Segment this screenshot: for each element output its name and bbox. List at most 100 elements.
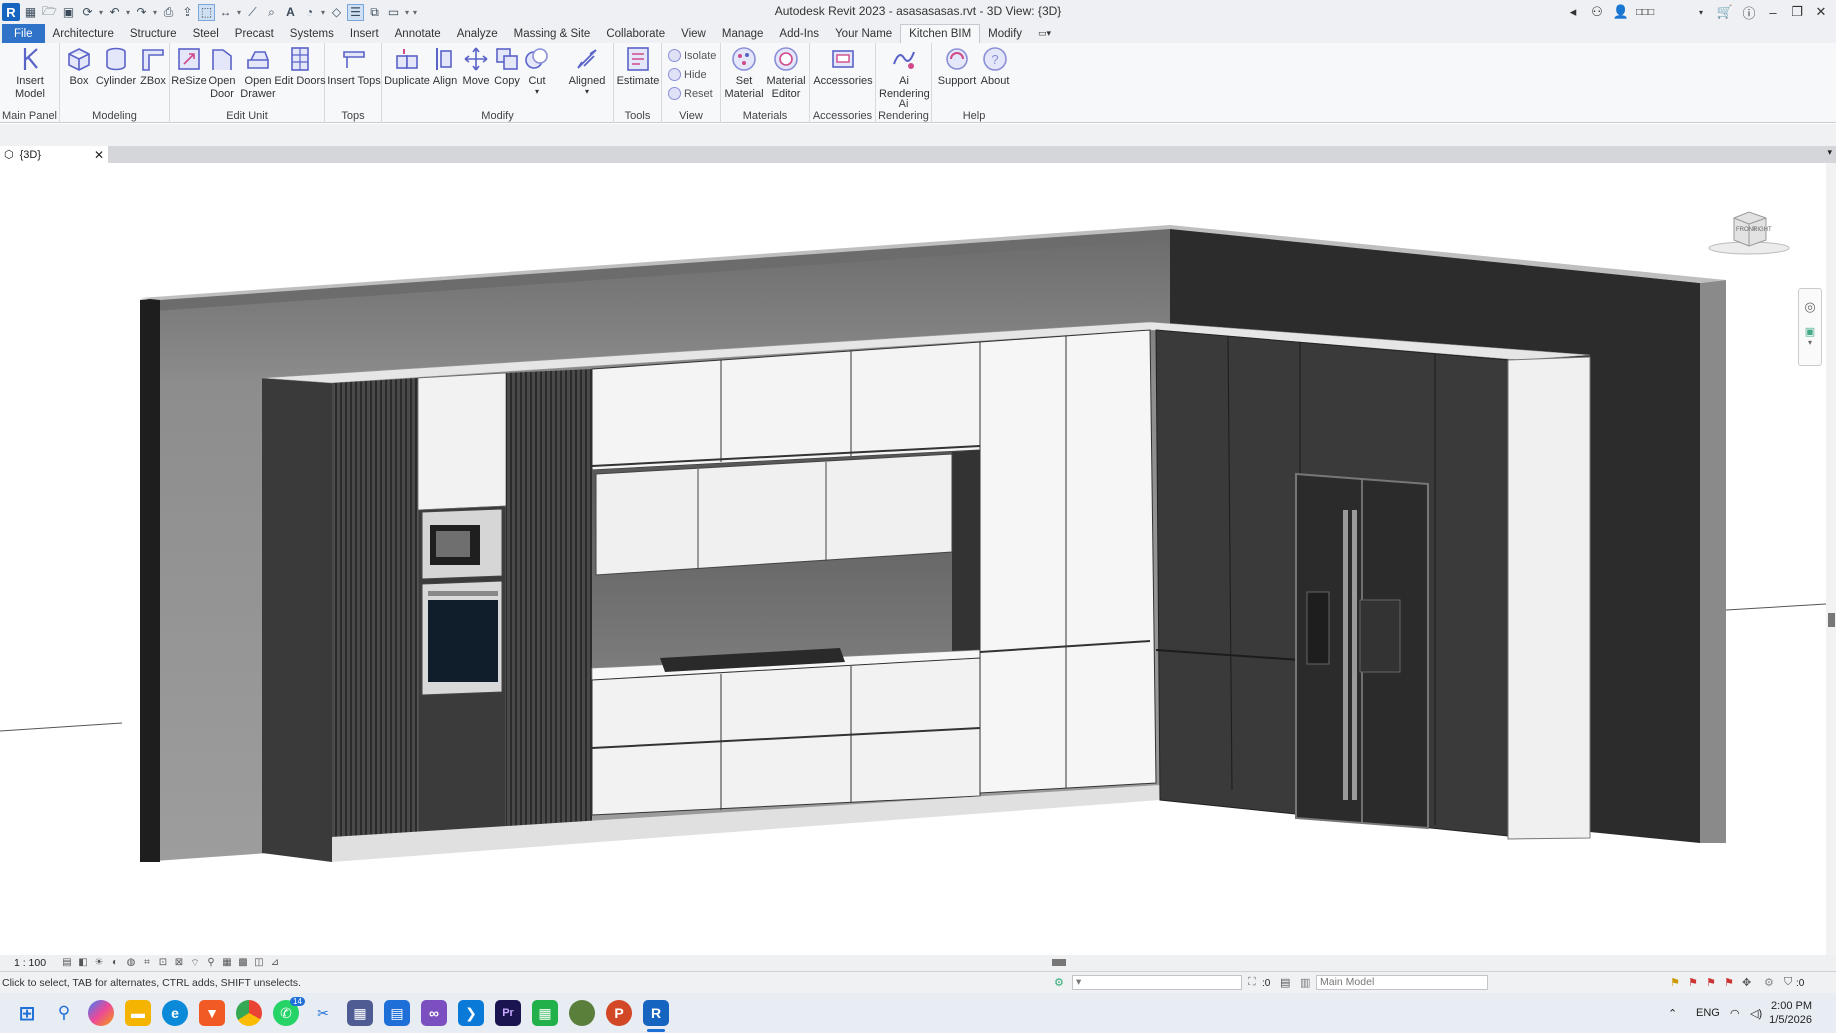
workset-icon[interactable]: ⚙ xyxy=(1054,976,1064,989)
windows-start-icon[interactable]: ⊞ xyxy=(14,1000,40,1026)
accessories-button[interactable]: Accessories xyxy=(812,45,874,88)
material-editor-button[interactable]: Material Editor xyxy=(764,45,808,101)
redo-icon[interactable]: ↷ xyxy=(133,4,150,21)
tab-annotate[interactable]: Annotate xyxy=(387,24,449,43)
measure-icon[interactable]: ⟋ xyxy=(244,4,261,21)
select-underlay-icon[interactable]: ⚑ xyxy=(1688,976,1698,989)
show-crop-icon[interactable]: ⊡ xyxy=(156,957,170,969)
constraints-icon[interactable]: ⊿ xyxy=(268,957,282,969)
background-process-icon[interactable]: ⚙ xyxy=(1764,976,1774,989)
isolate-button[interactable]: Isolate xyxy=(668,49,716,62)
dropdown-arrow-icon[interactable]: ▾ xyxy=(98,8,104,17)
select-links-icon[interactable]: ⚑ xyxy=(1670,976,1680,989)
main-model-icon[interactable]: ▥ xyxy=(1300,976,1310,989)
sheets-icon[interactable]: ▦ xyxy=(532,1000,558,1026)
edge-icon[interactable]: e xyxy=(162,1000,188,1026)
tab-add-ins[interactable]: Add-Ins xyxy=(771,24,827,43)
chevron-down-icon[interactable]: ▾ xyxy=(535,88,539,96)
hide-button[interactable]: Hide xyxy=(668,68,707,81)
edit-doors-button[interactable]: Edit Doors xyxy=(274,45,326,88)
model-canvas[interactable]: FRONT RIGHT ◎ ▣ ▾ xyxy=(0,163,1826,955)
default-3d-icon[interactable]: ⬚ xyxy=(198,3,215,21)
copy-button[interactable]: Copy xyxy=(492,45,522,88)
thin-lines-icon[interactable]: ☰ xyxy=(347,3,364,21)
select-pinned-icon[interactable]: ⚑ xyxy=(1706,976,1716,989)
editable-only-icon[interactable]: ⛶ xyxy=(1248,976,1256,989)
tab-insert[interactable]: Insert xyxy=(342,24,387,43)
copilot-icon[interactable] xyxy=(88,1000,114,1026)
tab-file[interactable]: File xyxy=(2,24,45,43)
clock[interactable]: 2:00 PM 1/5/2026 xyxy=(1769,999,1812,1027)
revit-logo-icon[interactable]: R xyxy=(2,3,20,21)
file-explorer-icon[interactable]: ▬ xyxy=(125,1000,151,1026)
home-icon[interactable]: ▦ xyxy=(22,4,39,21)
render-icon[interactable]: ◍ xyxy=(124,957,138,969)
minimize-button[interactable]: – xyxy=(1764,5,1782,20)
set-material-button[interactable]: Set Material xyxy=(724,45,764,101)
tab-precast[interactable]: Precast xyxy=(227,24,282,43)
customize-qat-icon[interactable]: ▾ xyxy=(412,8,418,17)
resize-button[interactable]: ReSize xyxy=(171,45,207,88)
zoom-icon[interactable]: ▣ xyxy=(1799,325,1821,338)
store-icon[interactable]: ▤ xyxy=(384,1000,410,1026)
about-button[interactable]: ? About xyxy=(978,45,1012,88)
tab-kitchen-bim[interactable]: Kitchen BIM xyxy=(900,24,981,43)
insert-tops-button[interactable]: Insert Tops xyxy=(327,45,381,88)
print-icon[interactable]: ⎙ xyxy=(160,4,177,21)
volume-icon[interactable]: ◁) xyxy=(1750,993,1762,1033)
tab-systems[interactable]: Systems xyxy=(282,24,342,43)
tab-collaborate[interactable]: Collaborate xyxy=(598,24,673,43)
tab-3d-view[interactable]: ⬡ {3D} ✕ xyxy=(0,146,108,163)
dropdown-arrow-icon[interactable]: ▾ xyxy=(320,8,326,17)
chevron-down-icon[interactable]: ▾ xyxy=(1692,8,1710,17)
estimate-button[interactable]: Estimate xyxy=(616,45,660,88)
tab-modify[interactable]: Modify xyxy=(980,24,1030,43)
undo-icon[interactable]: ↶ xyxy=(106,4,123,21)
tray-chevron-icon[interactable]: ⌃ xyxy=(1668,993,1677,1033)
detail-level-icon[interactable]: ▤ xyxy=(60,957,74,969)
tab-massing-site[interactable]: Massing & Site xyxy=(506,24,599,43)
lock-3d-icon[interactable]: ⊠ xyxy=(172,957,186,969)
cylinder-button[interactable]: Cylinder xyxy=(94,45,138,88)
tab-view[interactable]: View xyxy=(673,24,714,43)
open-door-button[interactable]: Open Door xyxy=(206,45,238,101)
sync-icon[interactable]: ⟳ xyxy=(79,4,96,21)
insert-model-button[interactable]: Insert Model xyxy=(6,45,54,101)
shadows-icon[interactable]: ◐ xyxy=(108,957,122,969)
viewcube[interactable]: FRONT RIGHT xyxy=(1706,208,1792,256)
restore-button[interactable]: ❐ xyxy=(1788,4,1806,20)
temp-hide-icon[interactable]: ⌔ xyxy=(188,957,202,969)
design-options-icon[interactable]: ▤ xyxy=(1280,976,1290,989)
tab-steel[interactable]: Steel xyxy=(185,24,227,43)
visual-studio-icon[interactable]: ∞ xyxy=(421,1000,447,1026)
duplicate-button[interactable]: Duplicate xyxy=(384,45,430,88)
ai-rendering-button[interactable]: Ai Rendering xyxy=(878,45,930,101)
crop-view-icon[interactable]: ⌗ xyxy=(140,957,154,969)
wifi-icon[interactable]: ◠ xyxy=(1730,993,1740,1033)
cart-icon[interactable]: 🛒 xyxy=(1716,4,1734,20)
tab-manage[interactable]: Manage xyxy=(714,24,772,43)
snipping-tool-icon[interactable]: ✂ xyxy=(310,1000,336,1026)
highlight-icon[interactable]: ◫ xyxy=(252,957,266,969)
premiere-icon[interactable]: Pr xyxy=(495,1000,521,1026)
cut-button[interactable]: Cut ▾ xyxy=(522,45,552,96)
close-icon[interactable]: ✕ xyxy=(94,148,104,162)
tab-structure[interactable]: Structure xyxy=(122,24,185,43)
aligned-button[interactable]: Aligned ▾ xyxy=(566,45,608,96)
tab-analyze[interactable]: Analyze xyxy=(449,24,506,43)
powerpoint-icon[interactable]: P xyxy=(606,1000,632,1026)
zbox-button[interactable]: ZBox xyxy=(138,45,168,88)
language-indicator[interactable]: ENG xyxy=(1696,993,1720,1033)
ribbon-toggle-icon[interactable]: ▭▾ xyxy=(1030,24,1059,43)
filter-icon[interactable]: ⛉ xyxy=(1784,976,1792,989)
dropdown-arrow-icon[interactable]: ▾ xyxy=(236,8,242,17)
tab-your-name[interactable]: Your Name xyxy=(827,24,900,43)
calculator-icon[interactable]: ▦ xyxy=(347,1000,373,1026)
save-icon[interactable]: ▣ xyxy=(60,4,77,21)
dropdown-arrow-icon[interactable]: ▾ xyxy=(125,8,131,17)
orb-icon[interactable] xyxy=(569,1000,595,1026)
revit-taskbar-icon[interactable]: R xyxy=(643,1000,669,1026)
switch-windows-icon[interactable]: ▭ xyxy=(385,4,402,21)
dropdown-arrow-icon[interactable]: ▾ xyxy=(152,8,158,17)
reveal-hidden-icon[interactable]: ⚲ xyxy=(204,957,218,969)
